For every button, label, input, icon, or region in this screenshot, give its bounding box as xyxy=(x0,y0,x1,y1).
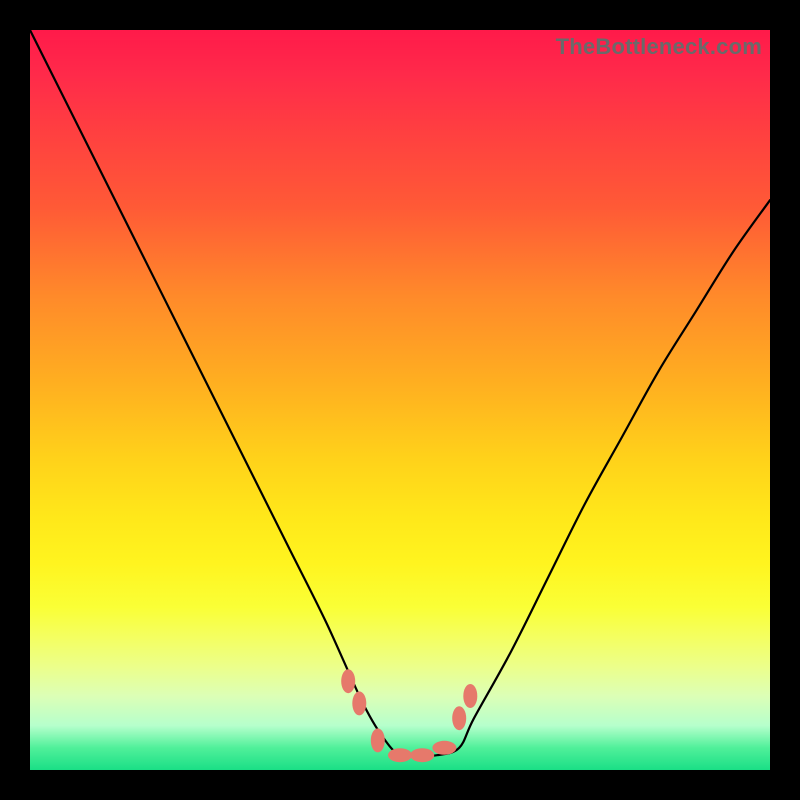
curve-marker xyxy=(463,684,477,708)
bottleneck-curve xyxy=(30,30,770,756)
marker-group xyxy=(341,669,477,762)
curve-marker xyxy=(341,669,355,693)
plot-area: TheBottleneck.com xyxy=(30,30,770,770)
curve-layer xyxy=(30,30,770,770)
curve-marker xyxy=(352,691,366,715)
curve-marker xyxy=(452,706,466,730)
curve-marker xyxy=(410,748,434,762)
watermark-text: TheBottleneck.com xyxy=(556,34,762,60)
curve-marker xyxy=(432,741,456,755)
curve-marker xyxy=(388,748,412,762)
chart-frame: TheBottleneck.com xyxy=(0,0,800,800)
curve-marker xyxy=(371,728,385,752)
